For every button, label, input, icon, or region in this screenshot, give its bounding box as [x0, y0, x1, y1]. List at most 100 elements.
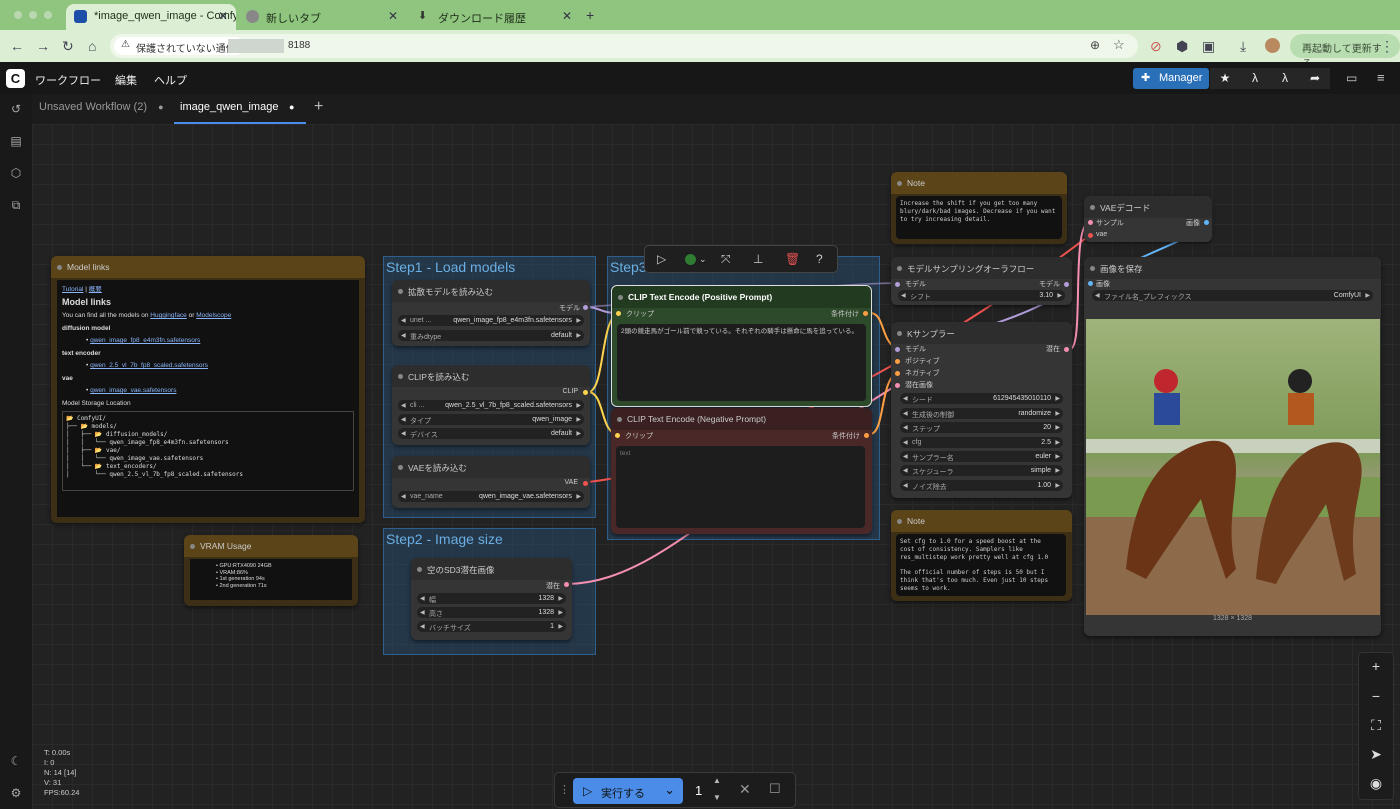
input-latent-label: 潜在画像	[905, 382, 933, 389]
vram-usage-node[interactable]: VRAM Usage • GPU:RTX4090 24GB • VRAM:86%…	[184, 535, 358, 606]
decrement-icon[interactable]: ▼	[713, 793, 721, 802]
control-after-generate-widget[interactable]: 生成後の制御 randomize	[900, 408, 1063, 419]
clip-name-widget[interactable]: cli ... qwen_2.5_vl_7b_fp8_scaled.safeten…	[398, 400, 584, 411]
output-dot[interactable]	[1064, 347, 1069, 352]
negative-prompt-textarea[interactable]: text	[616, 446, 865, 528]
or-text: or	[186, 312, 197, 319]
vae-file-link[interactable]: qwen_image_vae.safetensors	[90, 387, 176, 394]
output-dot[interactable]	[1204, 220, 1209, 225]
queue-count-input[interactable]: 1	[695, 783, 702, 798]
input-dot[interactable]	[895, 383, 900, 388]
vae-name-widget[interactable]: vae_name qwen_image_vae.safetensors	[398, 491, 584, 502]
output-dot[interactable]	[863, 311, 868, 316]
node-title: VRAM Usage	[184, 535, 358, 557]
run-button[interactable]: ▷ 実行する ⌄	[573, 778, 683, 804]
height-widget[interactable]: 高さ 1328	[417, 607, 566, 618]
positive-prompt-textarea[interactable]: 2頭の競走馬がゴール前で競っている。それぞれの騎手は懸命に馬を追っている。	[617, 324, 866, 401]
queue-panel-icon[interactable]: ☐	[769, 781, 781, 797]
help-icon[interactable]: ?	[816, 252, 823, 266]
input-dot[interactable]	[1088, 220, 1093, 225]
diffusion-file-link[interactable]: qwen_image_fp8_e4m3fn.safetensors	[90, 337, 200, 344]
cancel-icon[interactable]: ✕	[739, 781, 751, 798]
note-shift-node[interactable]: Note Increase the shift if you get too m…	[891, 172, 1067, 244]
chevron-down-icon[interactable]: ⌄	[664, 782, 675, 798]
input-dot[interactable]	[895, 359, 900, 364]
model-sampling-node[interactable]: モデルサンプリングオーラフロー モデル モデル シフト 3.10	[891, 257, 1072, 305]
model-links-node[interactable]: Model links Tutorial | 概要 Model links Yo…	[51, 256, 365, 523]
sampler-name-widget[interactable]: サンプラー名 euler	[900, 451, 1063, 462]
output-dot[interactable]	[583, 305, 588, 310]
output-model-label: モデル	[1039, 281, 1060, 288]
clip-loader-node[interactable]: CLIPを読み込む CLIP cli ... qwen_2.5_vl_7b_fp8…	[392, 365, 590, 445]
node-title: VAEを読み込む	[392, 456, 590, 478]
text-encoder-file-link[interactable]: qwen_2.5_vl_7b_fp8_scaled.safetensors	[90, 362, 208, 369]
width-widget[interactable]: 幅 1328	[417, 593, 566, 604]
weight-dtype-widget[interactable]: 重みdtype default	[398, 330, 584, 341]
empty-latent-node[interactable]: 空のSD3潜在画像 潜在 幅 1328 高さ 1328 バッチサイズ 1	[411, 558, 572, 640]
node-title: Note	[891, 510, 1072, 532]
unet-name-widget[interactable]: unet ... qwen_image_fp8_e4m3fn.safetensor…	[398, 315, 584, 326]
save-image-node[interactable]: 画像を保存 画像 ファイル名_プレフィックス ComfyUI 1328 × 132…	[1084, 257, 1381, 636]
vram-item: 1st generation 94s	[219, 576, 265, 582]
fit-view-icon[interactable]: ⛶	[1360, 717, 1392, 743]
generated-image-preview[interactable]	[1086, 319, 1380, 615]
output-dot[interactable]	[583, 390, 588, 395]
widget-value: 1.00	[1037, 481, 1051, 489]
input-dot[interactable]	[1088, 233, 1093, 238]
clip-type-widget[interactable]: タイプ qwen_image	[398, 414, 584, 425]
pin-icon[interactable]: ⊥	[753, 252, 763, 266]
seed-widget[interactable]: シード 612945435010110	[900, 393, 1063, 404]
vram-item: VRAM:86%	[219, 569, 248, 576]
node-color-icon[interactable]	[685, 254, 696, 265]
note-text[interactable]: Set cfg to 1.0 for a speed boost at the …	[896, 534, 1066, 596]
widget-value: qwen_image	[532, 415, 572, 423]
overview-link[interactable]: 概要	[89, 286, 102, 293]
widget-value: qwen_image_vae.safetensors	[478, 492, 572, 500]
run-selected-icon[interactable]: ▷	[657, 252, 666, 266]
widget-label: ステップ	[912, 425, 940, 433]
widget-label: シード	[912, 396, 933, 404]
ksampler-node[interactable]: Kサンプラー モデル ポジティブ ネガティブ 潜在画像 潜在 シード 612945…	[891, 322, 1072, 498]
zoom-out-icon[interactable]: −	[1360, 688, 1392, 714]
input-dot[interactable]	[615, 433, 620, 438]
select-mode-icon[interactable]: ➤	[1360, 746, 1392, 772]
input-dot[interactable]	[1088, 281, 1093, 286]
tutorial-link[interactable]: Tutorial	[62, 286, 83, 293]
unet-loader-node[interactable]: 拡散モデルを読み込む モデル unet ... qwen_image_fp8_e4…	[392, 280, 590, 346]
output-dot[interactable]	[864, 433, 869, 438]
note-cfg-node[interactable]: Note Set cfg to 1.0 for a speed boost at…	[891, 510, 1072, 601]
delete-icon[interactable]: 🗑	[785, 252, 800, 266]
increment-icon[interactable]: ▲	[713, 776, 721, 785]
node-title: Note	[891, 172, 1067, 194]
scheduler-widget[interactable]: スケジューラ simple	[900, 465, 1063, 476]
toggle-links-icon[interactable]: ◉	[1360, 775, 1392, 801]
vae-label: vae	[62, 375, 73, 382]
negative-prompt-node[interactable]: CLIP Text Encode (Negative Prompt) クリップ …	[611, 408, 872, 534]
stat-line: FPS:60.24	[44, 788, 80, 797]
output-dot[interactable]	[564, 582, 569, 587]
vae-loader-node[interactable]: VAEを読み込む VAE vae_name qwen_image_vae.safe…	[392, 456, 590, 508]
output-dot[interactable]	[1064, 282, 1069, 287]
input-dot[interactable]	[895, 282, 900, 287]
input-dot[interactable]	[616, 311, 621, 316]
bypass-icon[interactable]: ⤧	[721, 252, 731, 267]
vae-decode-node[interactable]: VAEデコード サンプル vae 画像	[1084, 196, 1212, 242]
modelscope-link[interactable]: Modelscope	[196, 312, 231, 319]
zoom-in-icon[interactable]: +	[1360, 658, 1392, 684]
widget-label: unet ...	[410, 316, 432, 324]
input-dot[interactable]	[895, 371, 900, 376]
huggingface-link[interactable]: Huggingface	[150, 312, 187, 319]
clip-device-widget[interactable]: デバイス default	[398, 428, 584, 439]
input-dot[interactable]	[895, 347, 900, 352]
image-size-caption: 1328 × 1328	[1212, 615, 1253, 622]
note-text[interactable]: Increase the shift if you get too many b…	[896, 196, 1062, 239]
chevron-down-icon[interactable]: ⌄	[699, 254, 707, 265]
batch-size-widget[interactable]: バッチサイズ 1	[417, 621, 566, 632]
cfg-widget[interactable]: cfg 2.5	[900, 437, 1063, 448]
output-dot[interactable]	[583, 481, 588, 486]
denoise-widget[interactable]: ノイズ除去 1.00	[900, 480, 1063, 491]
shift-widget[interactable]: シフト 3.10	[898, 290, 1065, 301]
filename-prefix-widget[interactable]: ファイル名_プレフィックス ComfyUI	[1092, 290, 1373, 301]
positive-prompt-node[interactable]: CLIP Text Encode (Positive Prompt) クリップ …	[611, 285, 872, 407]
steps-widget[interactable]: ステップ 20	[900, 422, 1063, 433]
